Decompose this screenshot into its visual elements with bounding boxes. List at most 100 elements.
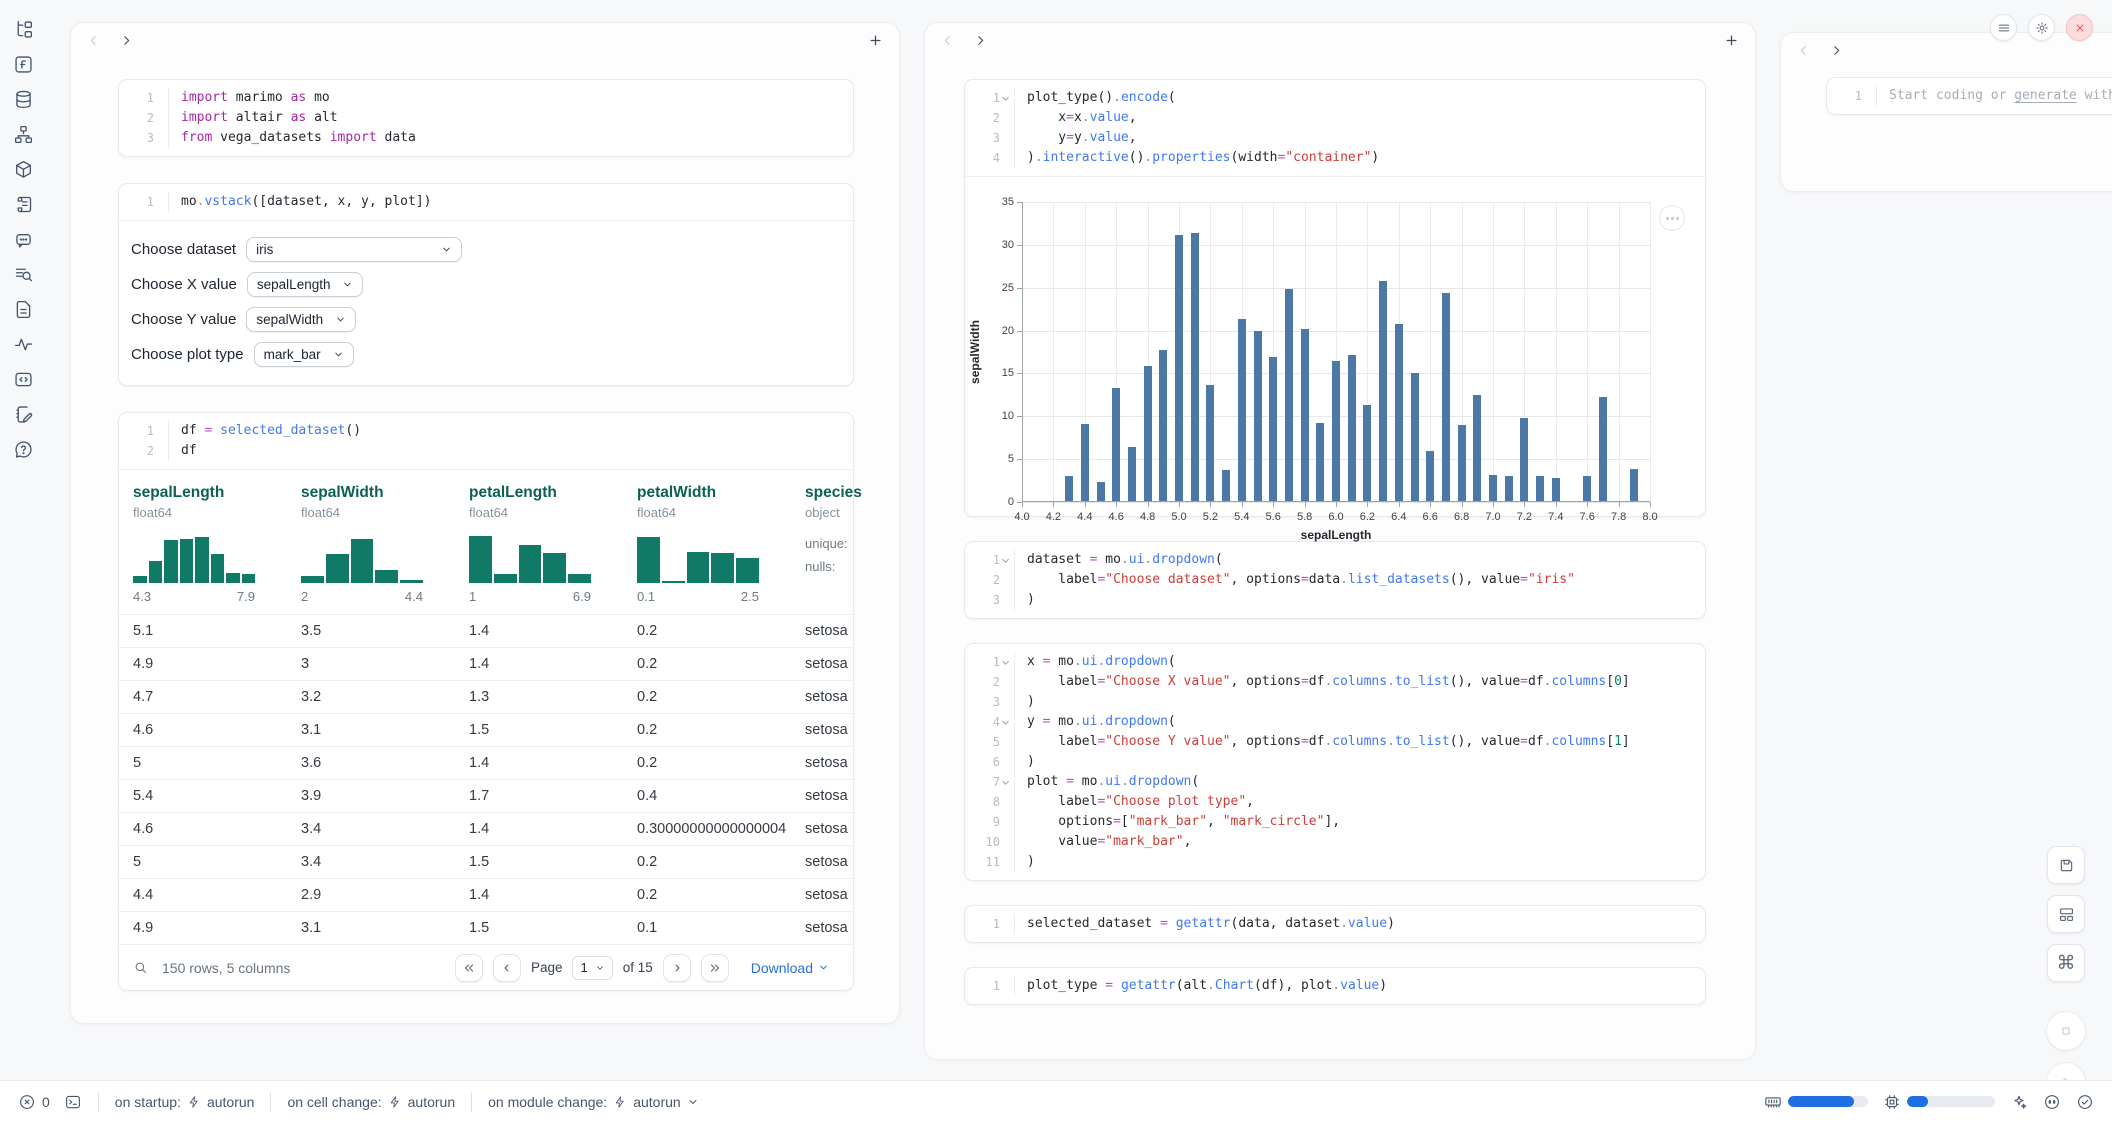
document-icon[interactable]: [0, 292, 46, 327]
generate-with-ai-link[interactable]: generate: [2014, 88, 2077, 103]
table-cell: 3.1: [287, 920, 455, 936]
chart-bar: [1238, 319, 1246, 502]
table-cell: 1.5: [455, 854, 623, 870]
scratchpad-icon[interactable]: [0, 397, 46, 432]
dataframe-output: sepalLengthfloat644.37.9sepalWidthfloat6…: [119, 469, 853, 990]
table-column-header: sepalLengthfloat644.37.9: [119, 484, 287, 604]
bar-chart-plot[interactable]: 051015202530354.04.24.44.64.85.05.25.45.…: [1022, 202, 1650, 502]
save-button[interactable]: [2047, 846, 2085, 884]
code-line: 3 y=y.value,: [965, 128, 1705, 148]
first-page-button[interactable]: [455, 954, 483, 982]
line-number: 1: [965, 914, 1015, 934]
code-editor-dataset-dropdown[interactable]: 1dataset = mo.ui.dropdown(2 label="Choos…: [965, 542, 1705, 618]
table-row: 53.61.40.2setosa: [119, 746, 853, 779]
chevron-down-icon: [441, 244, 452, 255]
connection-status-button[interactable]: [2076, 1093, 2094, 1111]
package-cube-icon[interactable]: [0, 152, 46, 187]
dataset-select[interactable]: iris: [246, 237, 462, 262]
chart-bar: [1536, 476, 1544, 502]
settings-button[interactable]: [2028, 14, 2055, 41]
table-cell: 3.4: [287, 821, 455, 837]
chart-actions-button[interactable]: [1659, 205, 1685, 231]
code-editor-empty[interactable]: 1 Start coding or generate with AI: [1827, 78, 2112, 114]
column-prev-button[interactable]: [1797, 44, 1810, 57]
on-module-change-toggle[interactable]: on module change: autorun: [488, 1094, 699, 1110]
download-button[interactable]: Download: [751, 960, 829, 976]
column-prev-button[interactable]: [941, 34, 954, 47]
chart-bar: [1599, 397, 1607, 502]
x-value-select[interactable]: sepalLength: [247, 272, 364, 297]
column-next-button[interactable]: [974, 34, 987, 47]
help-bubble-icon[interactable]: [0, 432, 46, 467]
add-cell-button[interactable]: [1724, 33, 1739, 48]
y-tick-label: 25: [986, 282, 1014, 294]
code-snippet-icon[interactable]: [0, 362, 46, 397]
table-cell: setosa: [791, 623, 900, 639]
table-row: 4.42.91.40.2setosa: [119, 878, 853, 911]
add-cell-button[interactable]: [868, 33, 883, 48]
close-x-icon: [2073, 21, 2087, 35]
y-tick-label: 20: [986, 325, 1014, 337]
column-next-button[interactable]: [1830, 44, 1843, 57]
activity-pulse-icon[interactable]: [0, 327, 46, 362]
chart-bar: [1583, 476, 1591, 502]
terminal-button[interactable]: [64, 1093, 82, 1111]
page-select[interactable]: 1: [572, 956, 612, 980]
code-line: 7plot = mo.ui.dropdown(: [965, 772, 1705, 792]
dependency-graph-icon[interactable]: [0, 117, 46, 152]
log-search-icon[interactable]: [0, 257, 46, 292]
column-next-button[interactable]: [120, 34, 133, 47]
chart-bar: [1144, 366, 1152, 502]
table-cell: 0.2: [623, 689, 791, 705]
database-icon[interactable]: [0, 82, 46, 117]
x-tick: [1085, 502, 1086, 507]
on-startup-toggle[interactable]: on startup: autorun: [115, 1094, 255, 1110]
floppy-save-icon: [2057, 856, 2076, 875]
scroll-log-icon[interactable]: [0, 187, 46, 222]
code-editor-imports[interactable]: 1import marimo as mo2import altair as al…: [119, 80, 853, 156]
table-cell: 3.4: [287, 854, 455, 870]
code-editor-xyplot[interactable]: 1x = mo.ui.dropdown(2 label="Choose X va…: [965, 644, 1705, 880]
table-cell: 4.9: [119, 656, 287, 672]
shutdown-button[interactable]: [2066, 14, 2093, 41]
search-icon[interactable]: [133, 960, 148, 975]
stop-button[interactable]: [2046, 1011, 2086, 1051]
code-editor-plot-encode[interactable]: 1plot_type().encode(2 x=x.value,3 y=y.va…: [965, 80, 1705, 176]
menu-button[interactable]: [1990, 14, 2017, 41]
x-tick-label: 4.4: [1077, 511, 1092, 523]
prev-page-button[interactable]: [493, 954, 521, 982]
code-editor-df[interactable]: 1df = selected_dataset()2df: [119, 413, 853, 469]
histogram-range: 0.12.5: [637, 589, 759, 604]
function-square-icon[interactable]: [0, 47, 46, 82]
code-editor-plot-type[interactable]: 1plot_type = getattr(alt.Chart(df), plot…: [965, 968, 1705, 1004]
column-prev-button[interactable]: [87, 34, 100, 47]
last-page-button[interactable]: [701, 954, 729, 982]
code-line: 11): [965, 852, 1705, 872]
chevron-left-icon: [501, 962, 513, 974]
next-page-button[interactable]: [663, 954, 691, 982]
chart-bar: [1269, 357, 1277, 502]
ai-assist-button[interactable]: [2010, 1093, 2028, 1111]
chat-bot-icon[interactable]: [0, 222, 46, 257]
sparkles-icon: [2010, 1093, 2028, 1111]
plot-type-select[interactable]: mark_bar: [254, 342, 354, 367]
keyboard-shortcuts-button[interactable]: ⌘: [2047, 944, 2085, 982]
column-name: sepalLength: [133, 484, 287, 502]
y-value-select[interactable]: sepalWidth: [246, 307, 356, 332]
errors-indicator[interactable]: 0: [18, 1093, 50, 1111]
chart-bar: [1222, 470, 1230, 502]
error-count: 0: [42, 1094, 50, 1110]
line-number: 7: [965, 772, 1015, 792]
on-cell-change-toggle[interactable]: on cell change: autorun: [287, 1094, 455, 1110]
file-tree-icon[interactable]: [0, 12, 46, 47]
vstack-output: Choose dataset iris Choose X value sepal…: [119, 220, 853, 385]
code-editor-selected-dataset[interactable]: 1selected_dataset = getattr(data, datase…: [965, 906, 1705, 942]
layout-button[interactable]: [2047, 895, 2085, 933]
table-cell: 0.2: [623, 656, 791, 672]
copilot-button[interactable]: [2043, 1093, 2061, 1111]
table-cell: 0.2: [623, 887, 791, 903]
chart-bar: [1379, 281, 1387, 502]
table-row: 4.73.21.30.2setosa: [119, 680, 853, 713]
x-gridline: [1650, 202, 1651, 502]
code-editor-vstack[interactable]: 1mo.vstack([dataset, x, y, plot]): [119, 184, 853, 220]
